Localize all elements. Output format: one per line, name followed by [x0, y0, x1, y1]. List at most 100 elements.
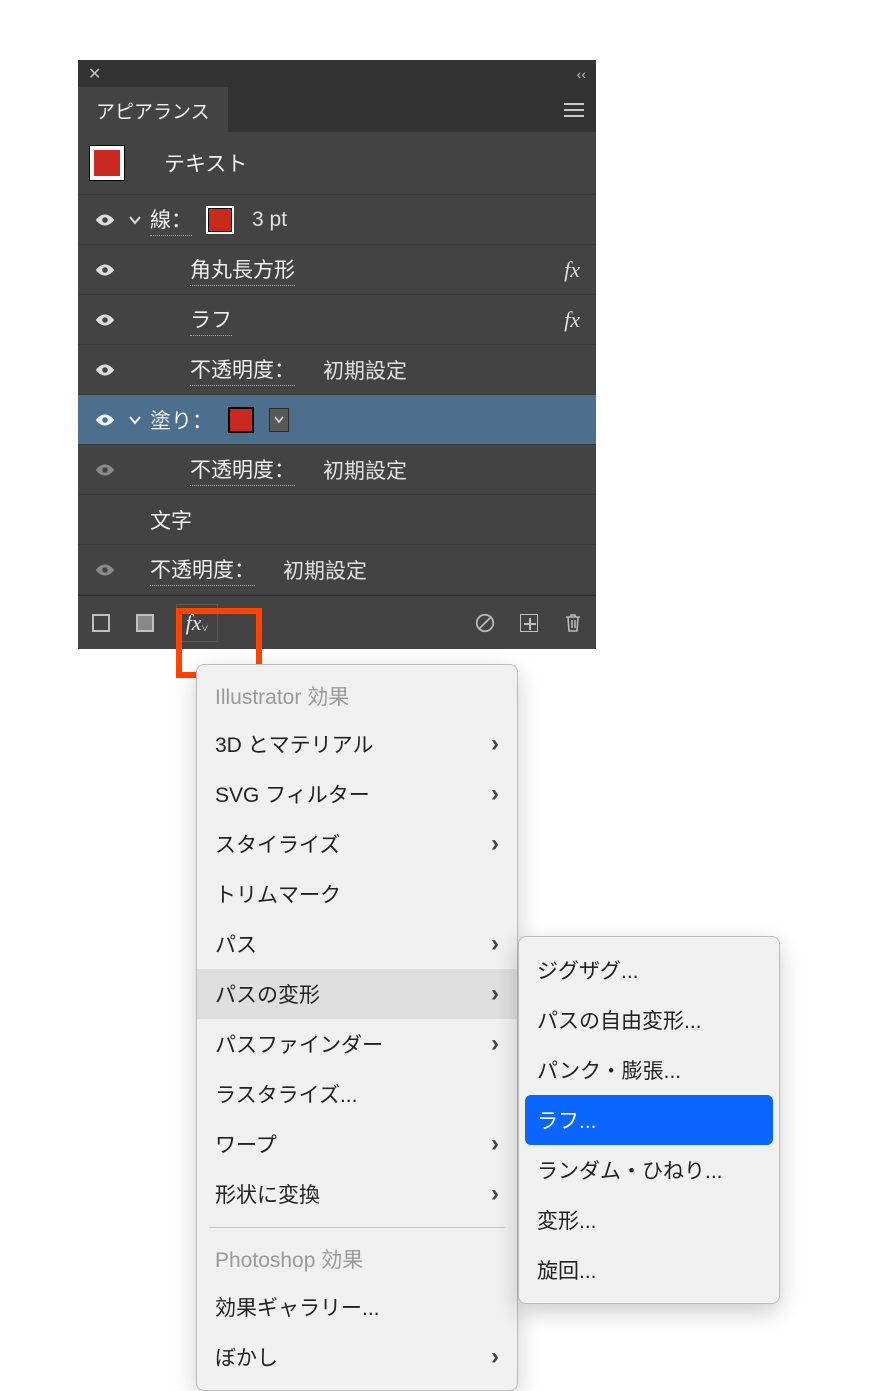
menu-item-label: ぼかし	[215, 1342, 278, 1372]
menu-header-illustrator: Illustrator 効果	[197, 673, 517, 719]
chevron-right-icon: ›	[491, 980, 499, 1008]
menu-item[interactable]: SVG フィルター›	[197, 769, 517, 819]
new-fill-icon[interactable]	[132, 610, 158, 636]
close-icon[interactable]: ✕	[88, 64, 101, 84]
opacity-label[interactable]: 不透明度：	[150, 554, 255, 586]
menu-separator	[209, 1227, 505, 1228]
fill-swatch-dropdown[interactable]	[269, 408, 289, 432]
effect-roundrect-row[interactable]: 角丸長方形 fx	[78, 245, 596, 295]
menu-item[interactable]: 3D とマテリアル ›	[197, 719, 517, 769]
object-opacity-row[interactable]: 不透明度： 初期設定	[78, 545, 596, 595]
menu-item-label: トリムマーク	[215, 879, 341, 909]
new-stroke-icon[interactable]	[88, 610, 114, 636]
menu-item[interactable]: ジグザグ...	[519, 945, 779, 995]
fill-label[interactable]: 塗り：	[150, 405, 213, 435]
opacity-value: 初期設定	[283, 555, 367, 585]
menu-item[interactable]: スタイライズ ›	[197, 819, 517, 869]
effect-rough-label[interactable]: ラフ	[190, 304, 232, 336]
menu-item[interactable]: パスファインダー ›	[197, 1019, 517, 1069]
chevron-right-icon: ›	[491, 830, 499, 858]
opacity-value: 初期設定	[323, 355, 407, 385]
fill-row[interactable]: 塗り：	[78, 395, 596, 445]
delete-icon[interactable]	[560, 610, 586, 636]
tab-appearance[interactable]: アピアランス	[78, 87, 228, 134]
panel-menu-icon[interactable]	[564, 103, 584, 117]
visibility-icon[interactable]	[90, 462, 120, 478]
menu-item[interactable]: パンク・膨張...	[519, 1045, 779, 1095]
menu-item-label: パンク・膨張...	[537, 1055, 681, 1085]
menu-item[interactable]: パスの変形 ›	[197, 969, 517, 1019]
menu-item-label: スタイライズ	[215, 829, 340, 859]
menu-item[interactable]: 変形...	[519, 1195, 779, 1245]
chevron-right-icon: ›	[491, 1130, 499, 1158]
chevron-right-icon: ›	[491, 730, 499, 758]
stroke-row[interactable]: 線： 3 pt	[78, 195, 596, 245]
characters-row[interactable]: 文字	[78, 495, 596, 545]
expand-icon[interactable]	[120, 213, 150, 227]
visibility-icon[interactable]	[90, 362, 120, 378]
menu-item-label: パスファインダー	[215, 1029, 383, 1059]
menu-item-label: ラフ...	[537, 1105, 597, 1135]
effects-menu: Illustrator 効果 3D とマテリアル›SVG フィルター›スタイライ…	[196, 664, 518, 1391]
fill-swatch[interactable]	[229, 408, 253, 432]
target-swatch[interactable]	[90, 146, 124, 180]
visibility-icon[interactable]	[90, 562, 120, 578]
opacity-value: 初期設定	[323, 455, 407, 485]
menu-item[interactable]: 旋回...	[519, 1245, 779, 1295]
menu-item[interactable]: 効果ギャラリー...	[197, 1282, 517, 1332]
duplicate-icon[interactable]	[516, 610, 542, 636]
menu-header-photoshop: Photoshop 効果	[197, 1236, 517, 1282]
menu-item-label: ランダム・ひねり...	[537, 1155, 723, 1185]
distort-submenu: ジグザグ...パスの自由変形... パンク・膨張... ラフ... ランダム・ひねり.…	[518, 936, 780, 1304]
stroke-weight[interactable]: 3 pt	[252, 208, 287, 232]
effect-roundrect-label[interactable]: 角丸長方形	[190, 254, 295, 286]
menu-item[interactable]: パス ›	[197, 919, 517, 969]
fx-icon[interactable]: fx	[564, 257, 580, 283]
expand-icon[interactable]	[120, 413, 150, 427]
stroke-label[interactable]: 線：	[150, 204, 192, 236]
chevron-right-icon: ›	[491, 1343, 499, 1371]
stroke-opacity-row[interactable]: 不透明度： 初期設定	[78, 345, 596, 395]
panel-titlebar: ✕ ‹‹	[78, 60, 596, 88]
chevron-right-icon: ›	[491, 930, 499, 958]
target-row: テキスト	[78, 132, 596, 195]
chevron-right-icon: ›	[491, 1030, 499, 1058]
menu-item[interactable]: ラスタライズ...	[197, 1069, 517, 1119]
effect-rough-row[interactable]: ラフ fx	[78, 295, 596, 345]
menu-item[interactable]: ワープ ›	[197, 1119, 517, 1169]
visibility-icon[interactable]	[90, 262, 120, 278]
collapse-icon[interactable]: ‹‹	[577, 66, 586, 82]
menu-item-label: ラスタライズ...	[215, 1079, 357, 1109]
clear-icon[interactable]	[472, 610, 498, 636]
panel-body: テキスト 線： 3 pt 角丸長方形 fx	[78, 132, 596, 649]
menu-item[interactable]: ランダム・ひねり...	[519, 1145, 779, 1195]
menu-item-label: 形状に変換	[215, 1179, 320, 1209]
fx-icon[interactable]: fx	[564, 307, 580, 333]
menu-item[interactable]: ラフ...	[525, 1095, 773, 1145]
appearance-panel: ✕ ‹‹ アピアランス テキスト 線： 3 pt	[78, 60, 596, 649]
menu-item-label: 変形...	[537, 1205, 597, 1235]
visibility-icon[interactable]	[90, 212, 120, 228]
menu-item-label: パス	[215, 929, 257, 959]
visibility-icon[interactable]	[90, 312, 120, 328]
characters-label: 文字	[150, 505, 192, 535]
add-effect-button[interactable]: fx˅	[176, 604, 218, 642]
stroke-swatch[interactable]	[208, 208, 232, 232]
fill-swatch-holder	[213, 408, 289, 432]
chevron-right-icon: ›	[491, 1180, 499, 1208]
fill-opacity-row[interactable]: 不透明度： 初期設定	[78, 445, 596, 495]
menu-item[interactable]: 形状に変換 ›	[197, 1169, 517, 1219]
menu-item-label: パスの変形	[215, 979, 320, 1009]
menu-item-label: 旋回...	[537, 1255, 597, 1285]
menu-item[interactable]: トリムマーク	[197, 869, 517, 919]
target-label: テキスト	[164, 148, 247, 178]
visibility-icon[interactable]	[90, 412, 120, 428]
menu-item-label: 3D とマテリアル	[215, 729, 373, 759]
panel-tabbar: アピアランス	[78, 88, 596, 132]
menu-item-label: ワープ	[215, 1129, 277, 1159]
stroke-swatch-holder	[192, 208, 248, 232]
menu-item[interactable]: ぼかし ›	[197, 1332, 517, 1382]
opacity-label[interactable]: 不透明度：	[190, 454, 295, 486]
opacity-label[interactable]: 不透明度：	[190, 354, 295, 386]
menu-item[interactable]: パスの自由変形...	[519, 995, 779, 1045]
